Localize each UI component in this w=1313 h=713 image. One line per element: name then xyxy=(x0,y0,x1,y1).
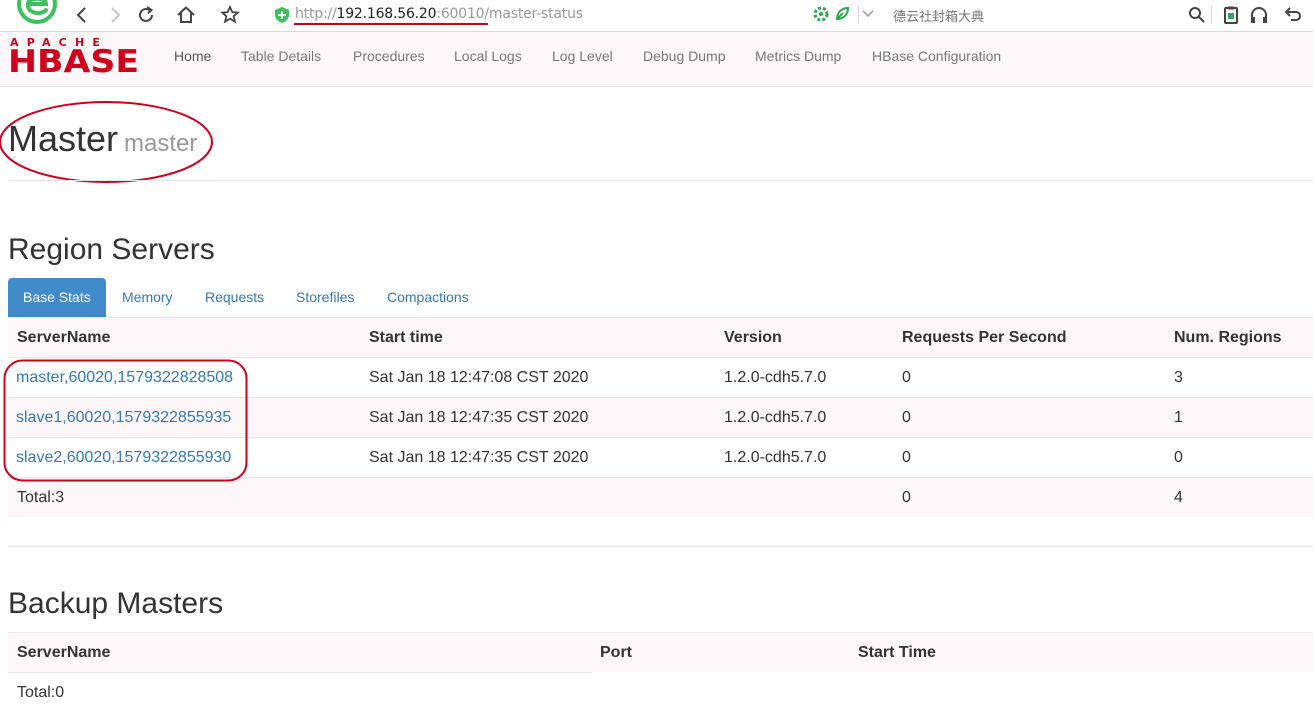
tab-memory[interactable]: Memory xyxy=(107,278,188,317)
requests-cell: 0 xyxy=(902,369,911,386)
column-header: Start time xyxy=(369,329,443,346)
version-cell: 1.2.0-cdh5.7.0 xyxy=(724,449,827,466)
table-row: slave2,60020,1579322855930 Sat Jan 18 12… xyxy=(8,437,1313,477)
url-port: :60010 xyxy=(436,6,485,22)
divider xyxy=(8,180,1313,181)
nav-home[interactable]: Home xyxy=(174,48,211,64)
column-header: Port xyxy=(600,644,632,661)
start-time-cell: Sat Jan 18 12:47:35 CST 2020 xyxy=(369,449,589,466)
total-label: Total:3 xyxy=(17,489,65,506)
extension-leaf-icon[interactable] xyxy=(834,6,850,22)
regions-cell: 1 xyxy=(1174,409,1183,426)
nav-table-details[interactable]: Table Details xyxy=(241,48,321,64)
url-text[interactable]: http://192.168.56.20:60010/master-status xyxy=(295,6,583,22)
hbase-navbar: APACHE HBASE Home Table Details Procedur… xyxy=(0,32,1313,87)
url-host: 192.168.56.20 xyxy=(336,6,437,22)
search-hint[interactable]: 德云社封箱大典 xyxy=(893,6,984,25)
clipboard-icon[interactable] xyxy=(1221,5,1241,25)
toolbar-separator xyxy=(1211,6,1212,24)
tab-requests[interactable]: Requests xyxy=(190,278,279,317)
headphones-icon[interactable] xyxy=(1249,5,1269,25)
page-title: Master master xyxy=(8,118,197,160)
server-name-link[interactable]: slave2,60020,1579322855930 xyxy=(16,438,231,478)
table-row: master,60020,1579322828508 Sat Jan 18 12… xyxy=(8,357,1313,397)
nav-procedures[interactable]: Procedures xyxy=(353,48,425,64)
start-time-cell: Sat Jan 18 12:47:08 CST 2020 xyxy=(369,369,589,386)
region-servers-table-header: ServerName Start time Version Requests P… xyxy=(8,317,1313,357)
nav-local-logs[interactable]: Local Logs xyxy=(454,48,522,64)
regions-cell: 3 xyxy=(1174,369,1183,386)
address-bar[interactable]: http://192.168.56.20:60010/master-status xyxy=(270,2,870,28)
browser-logo-icon[interactable] xyxy=(14,0,60,28)
column-header: ServerName xyxy=(17,329,111,346)
nav-metrics-dump[interactable]: Metrics Dump xyxy=(755,48,841,64)
url-path: /master-status xyxy=(484,6,583,22)
back-button[interactable] xyxy=(70,3,94,27)
table-total-row: Total:3 0 4 xyxy=(8,477,1313,517)
start-time-cell: Sat Jan 18 12:47:35 CST 2020 xyxy=(369,409,589,426)
secure-shield-icon xyxy=(275,7,289,23)
column-header: Version xyxy=(724,329,782,346)
version-cell: 1.2.0-cdh5.7.0 xyxy=(724,409,827,426)
url-scheme: http:// xyxy=(295,6,337,22)
tab-base-stats[interactable]: Base Stats xyxy=(8,278,106,317)
nav-debug-dump[interactable]: Debug Dump xyxy=(643,48,726,64)
column-header: Num. Regions xyxy=(1174,329,1282,346)
url-annotation-underline xyxy=(294,23,488,25)
total-label: Total:0 xyxy=(17,684,65,701)
page-title-main: Master xyxy=(8,118,119,159)
forward-button[interactable] xyxy=(103,3,127,27)
backup-masters-table-header: ServerName Port Start Time xyxy=(8,632,1313,672)
hbase-logo[interactable]: APACHE HBASE xyxy=(8,36,148,80)
total-requests: 0 xyxy=(902,489,911,506)
nav-log-level[interactable]: Log Level xyxy=(552,48,613,64)
requests-cell: 0 xyxy=(902,449,911,466)
browser-toolbar: http://192.168.56.20:60010/master-status… xyxy=(0,0,1313,32)
requests-cell: 0 xyxy=(902,409,911,426)
divider xyxy=(8,546,1313,547)
table-row: slave1,60020,1579322855935 Sat Jan 18 12… xyxy=(8,397,1313,437)
extension-gear-icon[interactable] xyxy=(813,6,829,22)
regions-cell: 0 xyxy=(1174,449,1183,466)
backup-masters-title: Backup Masters xyxy=(8,587,224,620)
search-icon[interactable] xyxy=(1187,5,1207,25)
server-name-link[interactable]: slave1,60020,1579322855935 xyxy=(16,398,231,438)
undo-icon[interactable] xyxy=(1282,5,1302,25)
chevron-down-icon[interactable] xyxy=(862,8,874,20)
backup-masters-total-row: Total:0 xyxy=(8,672,592,712)
total-regions: 4 xyxy=(1174,489,1183,506)
tab-storefiles[interactable]: Storefiles xyxy=(281,278,369,317)
reload-button[interactable] xyxy=(134,3,158,27)
server-name-link[interactable]: master,60020,1579322828508 xyxy=(16,358,233,398)
logo-hbase-text: HBASE xyxy=(8,44,140,80)
column-header: Start Time xyxy=(858,644,936,661)
region-servers-title: Region Servers xyxy=(8,233,215,266)
tab-compactions[interactable]: Compactions xyxy=(372,278,484,317)
page-title-sub: master xyxy=(124,130,198,157)
column-header: Requests Per Second xyxy=(902,329,1067,346)
nav-hbase-configuration[interactable]: HBase Configuration xyxy=(872,48,1001,64)
address-separator xyxy=(858,6,859,24)
version-cell: 1.2.0-cdh5.7.0 xyxy=(724,369,827,386)
home-button[interactable] xyxy=(174,3,198,27)
favorite-star-button[interactable] xyxy=(218,3,242,27)
column-header: ServerName xyxy=(17,644,111,661)
